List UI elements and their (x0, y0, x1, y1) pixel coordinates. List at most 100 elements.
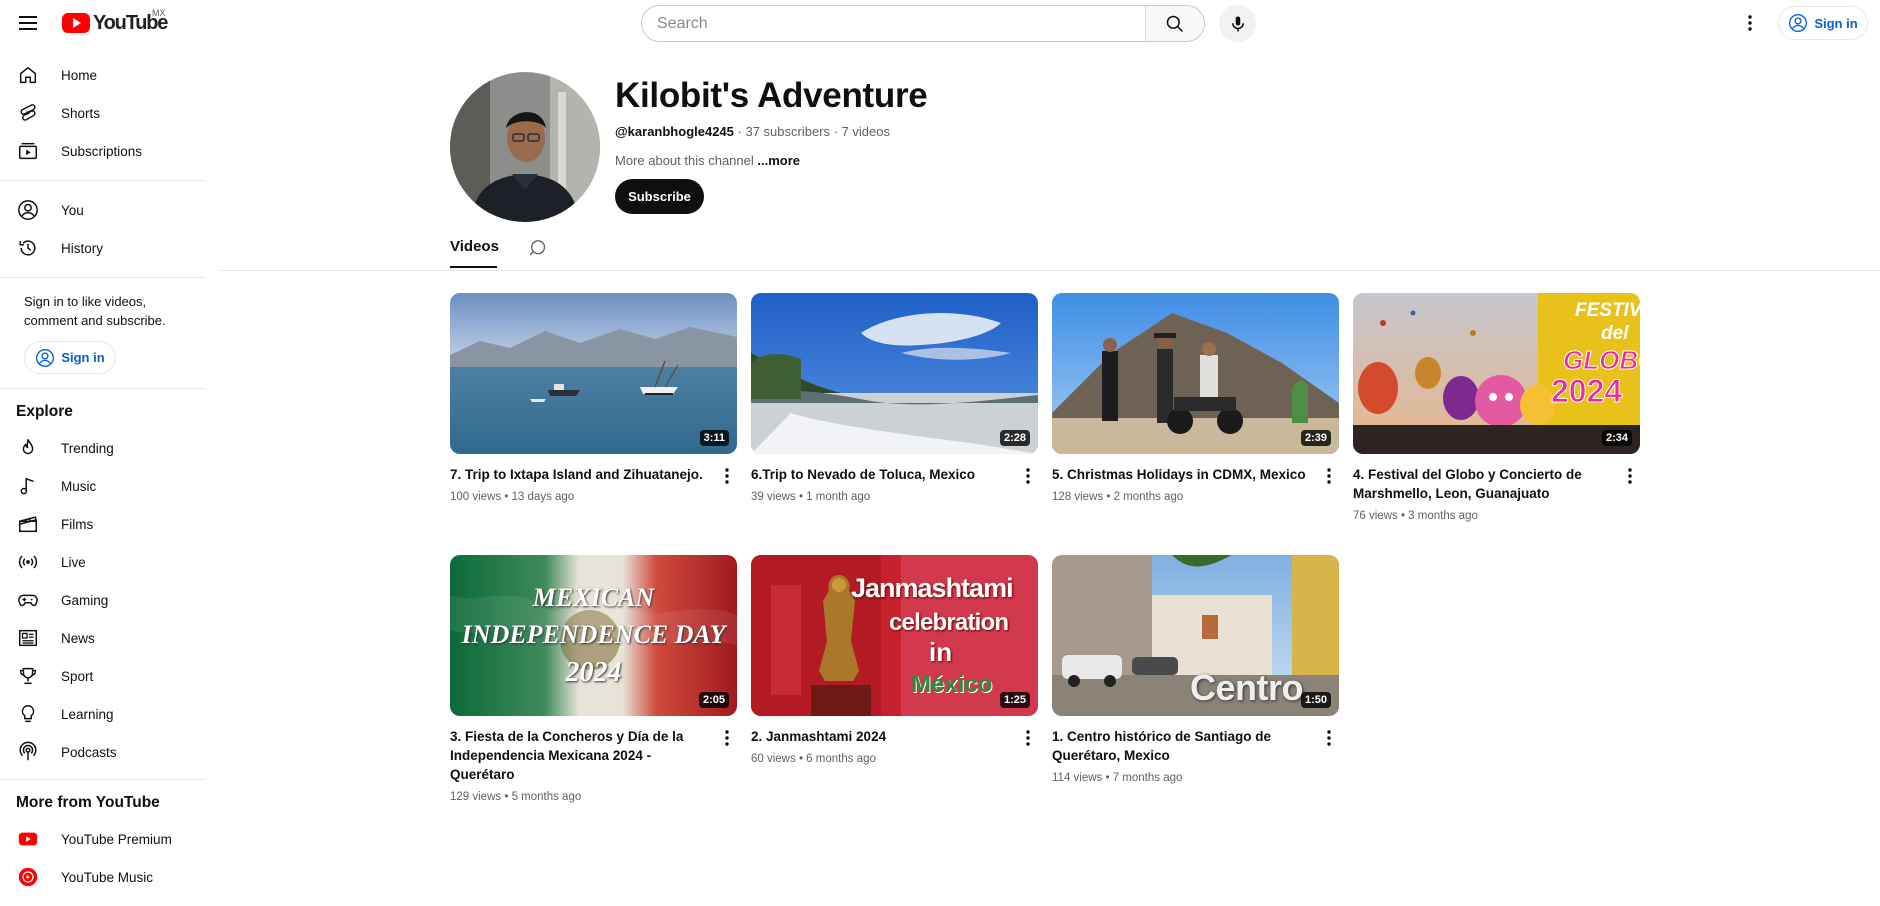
video-duration: 2:28 (999, 430, 1030, 446)
search-input[interactable] (642, 6, 1145, 41)
view-count: 114 views (1052, 772, 1103, 784)
channel-name: Kilobit's Adventure (615, 76, 928, 115)
view-count: 76 views (1353, 510, 1398, 522)
sidebar-item-label: You (61, 202, 84, 218)
signin-label: Sign in (61, 350, 105, 365)
video-title[interactable]: 5. Christmas Holidays in CDMX, Mexico 12… (1052, 465, 1307, 507)
channel-meta: @karanbhogle4245 · 37 subscribers · 7 vi… (615, 124, 890, 139)
thumb-text: Centro (1190, 667, 1304, 708)
video-thumbnail[interactable]: 2:28 (751, 293, 1038, 454)
meta-dot: • (501, 491, 512, 503)
video-thumbnail[interactable]: MEXICAN INDEPENDENCE DAY 2024 2:05 (450, 555, 737, 716)
video-card: 2:39 5. Christmas Holidays in CDMX, Mexi… (1052, 293, 1339, 503)
video-title[interactable]: 2. Janmashtami 2024 60 views • 6 months … (751, 727, 1006, 769)
video-thumbnail[interactable]: 2:39 (1052, 293, 1339, 454)
thumb-text: celebration (889, 609, 1009, 636)
video-menu-button[interactable] (1319, 727, 1339, 749)
video-meta: 76 views • 3 months ago (1353, 507, 1608, 526)
sidebar-item-label: History (61, 240, 104, 256)
sidebar-item-you[interactable]: You (0, 191, 206, 229)
video-title[interactable]: 3. Fiesta de la Concheros y Día de la In… (450, 727, 705, 807)
video-meta: 128 views • 2 months ago (1052, 488, 1307, 507)
video-menu-button[interactable] (1319, 465, 1339, 487)
sidebar-item-label: Films (61, 516, 94, 532)
sidebar-item-label: Podcasts (61, 744, 117, 760)
explore-heading: Explore (16, 403, 73, 420)
thumb-text: México (911, 671, 993, 698)
sidebar-item-news[interactable]: News (0, 619, 206, 657)
channel-about-link[interactable]: More about this channel ...more (615, 153, 800, 168)
video-menu-button[interactable] (717, 465, 737, 487)
sidebar-item-sport[interactable]: Sport (0, 657, 206, 695)
sidebar-item-history[interactable]: History (0, 229, 206, 267)
youtube-music-icon (16, 865, 40, 889)
video-duration: 2:05 (698, 692, 729, 708)
meta-dot: • (501, 791, 512, 803)
sidebar-item-gaming[interactable]: Gaming (0, 581, 206, 619)
youtube-play-icon (62, 13, 90, 33)
menu-icon[interactable] (12, 9, 44, 37)
video-title[interactable]: 1. Centro histórico de Santiago de Queré… (1052, 727, 1307, 788)
tab-videos[interactable]: Videos (450, 238, 499, 268)
live-icon (16, 550, 40, 574)
subscribe-button[interactable]: Subscribe (615, 179, 704, 214)
video-menu-button[interactable] (1018, 727, 1038, 749)
tabs-divider (220, 270, 1880, 271)
sidebar-item-label: YouTube Premium (61, 831, 172, 847)
video-duration: 2:39 (1300, 430, 1331, 446)
video-thumbnail[interactable]: Centro 1:50 (1052, 555, 1339, 716)
more-vert-icon (1628, 468, 1632, 484)
video-title[interactable]: 7. Trip to Ixtapa Island and Zihuatanejo… (450, 465, 705, 507)
video-meta: 100 views • 13 days ago (450, 488, 705, 507)
upload-age: 2 months ago (1113, 491, 1184, 503)
gaming-icon (16, 588, 40, 612)
voice-search-button[interactable] (1219, 5, 1256, 42)
settings-menu-button[interactable] (1735, 10, 1765, 36)
sport-icon (16, 664, 40, 688)
video-menu-button[interactable] (717, 727, 737, 749)
sidebar-item-home[interactable]: Home (0, 56, 206, 94)
trending-icon (16, 436, 40, 460)
video-thumbnail[interactable]: FESTIVAL del GLOBO 2024 2:34 (1353, 293, 1640, 454)
video-duration: 1:25 (999, 692, 1030, 708)
signin-button[interactable]: Sign in (1778, 6, 1868, 40)
video-menu-button[interactable] (1018, 465, 1038, 487)
channel-search-button[interactable] (528, 238, 550, 260)
video-menu-button[interactable] (1620, 465, 1640, 487)
video-card: 2:28 6.Trip to Nevado de Toluca, Mexico … (751, 293, 1038, 503)
sidebar-item-films[interactable]: Films (0, 505, 206, 543)
sidebar-item-subscriptions[interactable]: Subscriptions (0, 132, 206, 170)
sidebar-item-label: Shorts (61, 105, 101, 121)
sidebar-item-learning[interactable]: Learning (0, 695, 206, 733)
meta-dot: • (795, 753, 807, 765)
sidebar-signin-button[interactable]: Sign in (24, 341, 116, 374)
video-thumbnail[interactable]: Janmashtami celebration in México 1:25 (751, 555, 1038, 716)
meta-dot: • (1397, 510, 1409, 522)
sidebar-item-music[interactable]: Music (0, 467, 206, 505)
sidebar-item-live[interactable]: Live (0, 543, 206, 581)
sidebar-item-youtube-music[interactable]: YouTube Music (0, 858, 206, 896)
sidebar-item-trending[interactable]: Trending (0, 429, 206, 467)
more-vert-icon (1327, 730, 1331, 746)
upload-age: 3 months ago (1408, 510, 1478, 522)
sidebar-item-youtube-premium[interactable]: YouTube Premium (0, 820, 206, 858)
video-title[interactable]: 6.Trip to Nevado de Toluca, Mexico 39 vi… (751, 465, 1006, 507)
youtube-premium-icon (16, 827, 40, 851)
video-thumbnail[interactable]: 3:11 (450, 293, 737, 454)
thumb-text: GLOBO (1562, 345, 1640, 376)
search-button[interactable] (1145, 6, 1204, 41)
sidebar-item-shorts[interactable]: Shorts (0, 94, 206, 132)
sidebar-item-label: Home (61, 67, 98, 83)
sidebar-item-label: Live (61, 554, 86, 570)
sidebar-item-podcasts[interactable]: Podcasts (0, 733, 206, 771)
video-title[interactable]: 4. Festival del Globo y Concierto de Mar… (1353, 465, 1608, 526)
more-vert-icon (1327, 468, 1331, 484)
sidebar-item-label: YouTube Music (61, 869, 154, 885)
upload-age: 5 months ago (511, 791, 582, 803)
upload-age: 7 months ago (1112, 772, 1183, 784)
more-vert-icon (1748, 15, 1752, 31)
meta-separator: · (733, 124, 746, 139)
sidebar-divider (0, 388, 206, 389)
channel-avatar (450, 72, 600, 222)
about-more-link[interactable]: ...more (757, 153, 800, 168)
